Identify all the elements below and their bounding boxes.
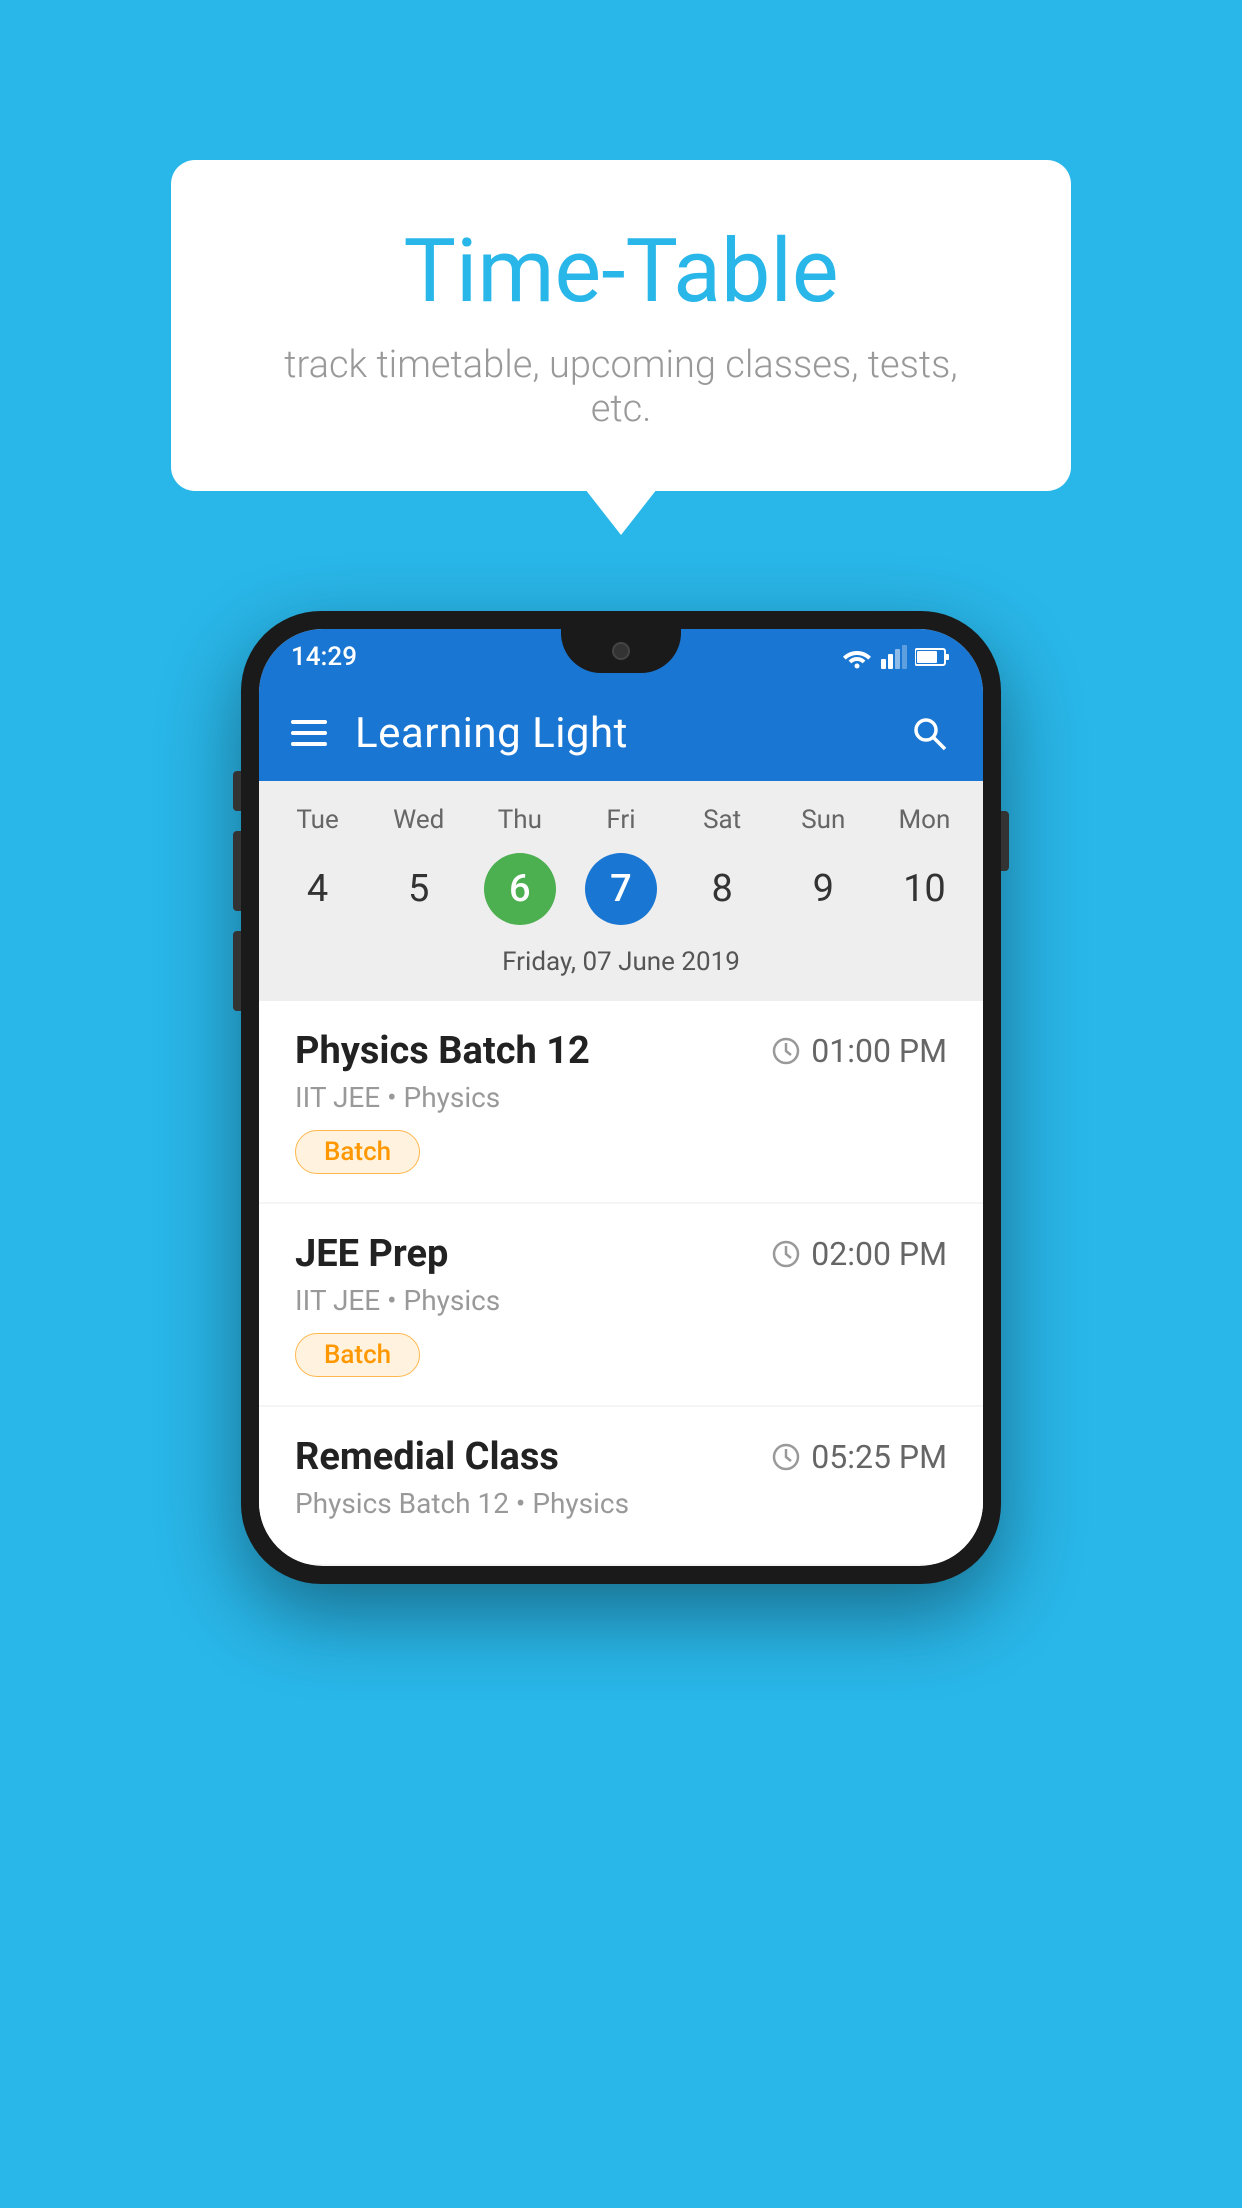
notch (561, 629, 681, 673)
day-num-5: 5 (383, 853, 455, 925)
day-header-sat: Sat (672, 797, 773, 843)
schedule-item-3-name: Remedial Class (295, 1435, 559, 1479)
search-button[interactable] (907, 711, 951, 755)
schedule-item-1-header: Physics Batch 12 01:00 PM (295, 1029, 947, 1073)
silent-button (233, 771, 241, 811)
speech-bubble: Time-Table track timetable, upcoming cla… (171, 160, 1071, 491)
day-header-fri: Fri (570, 797, 671, 843)
phone-mockup: 14:29 (241, 611, 1001, 1584)
batch-badge-1: Batch (295, 1130, 420, 1174)
status-icons (841, 645, 951, 669)
power-button (1001, 811, 1009, 871)
app-title: Learning Light (355, 709, 879, 758)
phone-outer: 14:29 (241, 611, 1001, 1584)
day-cell-5[interactable]: 5 (368, 843, 469, 935)
schedule-item-1[interactable]: Physics Batch 12 01:00 PM IIT JEE • Phys… (259, 1001, 983, 1202)
phone-screen: 14:29 (259, 629, 983, 1566)
day-header-tue: Tue (267, 797, 368, 843)
day-cell-4[interactable]: 4 (267, 843, 368, 935)
day-numbers: 4 5 6 7 8 9 (259, 843, 983, 935)
day-cell-6[interactable]: 6 (469, 843, 570, 935)
schedule-item-3-header: Remedial Class 05:25 PM (295, 1435, 947, 1479)
day-headers: Tue Wed Thu Fri Sat Sun Mon (259, 797, 983, 843)
hero-section: Time-Table track timetable, upcoming cla… (171, 160, 1071, 491)
day-cell-10[interactable]: 10 (874, 843, 975, 935)
calendar-strip: Tue Wed Thu Fri Sat Sun Mon 4 5 (259, 781, 983, 1001)
clock-icon (771, 1036, 801, 1066)
day-header-sun: Sun (773, 797, 874, 843)
selected-date: Friday, 07 June 2019 (259, 935, 983, 993)
day-num-6: 6 (484, 853, 556, 925)
front-camera (612, 642, 630, 660)
day-cell-9[interactable]: 9 (773, 843, 874, 935)
day-num-7: 7 (585, 853, 657, 925)
day-num-4: 4 (282, 853, 354, 925)
batch-badge-2: Batch (295, 1333, 420, 1377)
day-num-10: 10 (888, 853, 960, 925)
clock-icon-2 (771, 1239, 801, 1269)
schedule-item-1-sub: IIT JEE • Physics (295, 1081, 947, 1114)
day-num-9: 9 (787, 853, 859, 925)
day-header-mon: Mon (874, 797, 975, 843)
signal-icon (881, 645, 907, 669)
schedule-item-2-name: JEE Prep (295, 1232, 448, 1276)
wifi-icon (841, 645, 873, 669)
app-bar: Learning Light (259, 685, 983, 781)
volume-down-button (233, 931, 241, 1011)
schedule-item-1-name: Physics Batch 12 (295, 1029, 590, 1073)
bubble-title: Time-Table (251, 220, 991, 323)
day-header-thu: Thu (469, 797, 570, 843)
schedule-item-3[interactable]: Remedial Class 05:25 PM Physics Batch 12… (259, 1407, 983, 1564)
schedule-item-1-time: 01:00 PM (771, 1032, 947, 1070)
schedule-item-2-sub: IIT JEE • Physics (295, 1284, 947, 1317)
schedule-item-3-time: 05:25 PM (771, 1438, 947, 1476)
bubble-subtitle: track timetable, upcoming classes, tests… (251, 343, 991, 431)
day-cell-7[interactable]: 7 (570, 843, 671, 935)
battery-icon (915, 647, 951, 667)
schedule-item-3-sub: Physics Batch 12 • Physics (295, 1487, 947, 1520)
clock-icon-3 (771, 1442, 801, 1472)
schedule-item-2-header: JEE Prep 02:00 PM (295, 1232, 947, 1276)
status-time: 14:29 (291, 642, 357, 672)
search-icon (909, 713, 949, 753)
schedule-item-2[interactable]: JEE Prep 02:00 PM IIT JEE • Physics Batc… (259, 1204, 983, 1405)
day-cell-8[interactable]: 8 (672, 843, 773, 935)
volume-up-button (233, 831, 241, 911)
day-header-wed: Wed (368, 797, 469, 843)
schedule-list: Physics Batch 12 01:00 PM IIT JEE • Phys… (259, 1001, 983, 1564)
schedule-item-2-time: 02:00 PM (771, 1235, 947, 1273)
menu-icon[interactable] (291, 720, 327, 746)
day-num-8: 8 (686, 853, 758, 925)
